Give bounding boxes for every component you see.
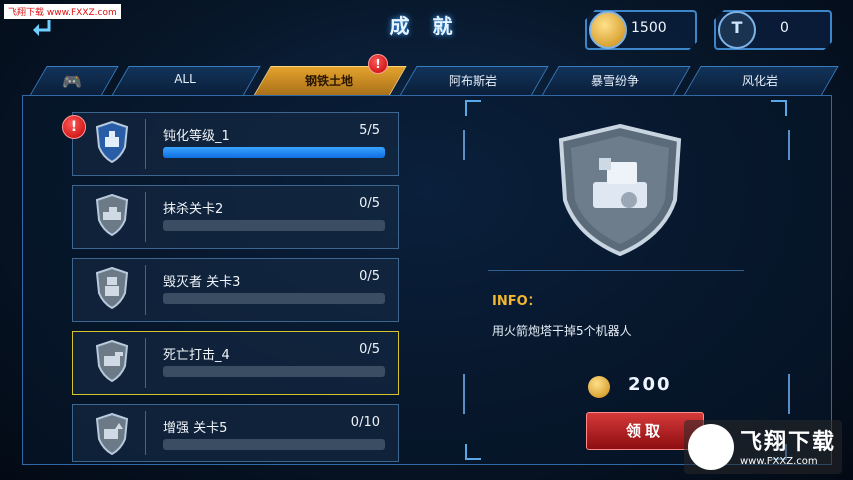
watermark-logo-url: www.FXXZ.com — [740, 456, 818, 467]
tab-blizzard-label: 暴雪纷争 — [590, 74, 639, 88]
info-text: 用火箭炮塔干掉5个机器人 — [492, 324, 632, 338]
page-title: 成 就 — [389, 14, 461, 38]
achievement-badge — [79, 411, 146, 455]
achievement-item-5[interactable]: 增强 关卡5 0/10 — [72, 404, 399, 462]
progress-bar — [163, 293, 385, 304]
watermark-logo-icon — [688, 424, 734, 470]
upgrade-shield-icon — [95, 413, 129, 455]
tab-abusi-rock-label: 阿布斯岩 — [448, 74, 497, 88]
watermark-logo-title: 飞翔下载 — [740, 430, 837, 455]
gamepad-icon: 🎮 — [62, 72, 82, 91]
frame-tick — [463, 130, 465, 160]
info-label: INFO： — [492, 294, 541, 309]
frame-tick — [788, 374, 790, 414]
coin-value: 1500 — [631, 20, 667, 36]
achievement-alert-badge: ! — [62, 115, 86, 139]
achievement-item-4[interactable]: 死亡打击_4 0/5 — [72, 331, 399, 395]
tab-weathered-rock-label: 风化岩 — [741, 74, 778, 88]
achievement-progress: 0/10 — [350, 415, 380, 430]
achievement-name: 钝化等级_1 — [163, 129, 230, 144]
tab-all-label: ALL — [174, 72, 196, 86]
token-value: 0 — [780, 20, 789, 36]
achievement-badge — [79, 192, 146, 242]
frame-corner — [771, 100, 787, 116]
progress-bar — [163, 366, 385, 377]
back-arrow-icon — [33, 20, 51, 36]
achievement-item-2[interactable]: 抹杀关卡2 0/5 — [72, 185, 399, 249]
achievement-name: 增强 关卡5 — [163, 421, 228, 436]
achievement-name: 毁灭者 关卡3 — [163, 275, 241, 290]
tank-shield-icon — [95, 194, 129, 236]
turret-shield-icon — [95, 121, 129, 163]
cannon-shield-icon — [95, 340, 129, 382]
coin-counter: 1500 — [585, 10, 697, 50]
achievement-name: 死亡打击_4 — [163, 348, 230, 363]
frame-tick — [463, 374, 465, 414]
token-t-icon: T — [718, 11, 756, 49]
reward-value: 200 — [628, 374, 672, 395]
tab-steel-land-label: 钢铁土地 — [304, 74, 353, 88]
achievement-item-1[interactable]: 钝化等级_1 5/5 — [72, 112, 399, 176]
robot-shield-icon — [95, 267, 129, 309]
progress-bar — [163, 439, 385, 450]
token-counter: T 0 — [714, 10, 832, 50]
detail-badge — [555, 122, 685, 258]
frame-corner — [465, 444, 481, 460]
tab-alert-badge: ! — [368, 54, 388, 74]
watermark-top: 飞翔下载 www.FXXZ.com — [4, 4, 121, 19]
divider — [488, 270, 744, 271]
coin-chest-icon — [589, 11, 627, 49]
frame-tick — [788, 130, 790, 160]
achievement-progress: 5/5 — [359, 123, 380, 138]
rocket-turret-shield-icon — [558, 123, 682, 257]
frame-corner — [465, 100, 481, 116]
coin-icon — [588, 376, 610, 398]
achievement-item-3[interactable]: 毁灭者 关卡3 0/5 — [72, 258, 399, 322]
progress-bar — [163, 147, 385, 158]
achievement-badge — [79, 119, 146, 169]
achievement-progress: 0/5 — [359, 269, 380, 284]
achievement-progress: 0/5 — [359, 342, 380, 357]
progress-bar — [163, 220, 385, 231]
achievement-badge — [79, 338, 146, 388]
achievement-progress: 0/5 — [359, 196, 380, 211]
back-button[interactable] — [28, 16, 56, 42]
progress-fill — [163, 147, 385, 158]
watermark-logo: 飞翔下载 www.FXXZ.com — [684, 420, 842, 474]
achievement-badge — [79, 265, 146, 315]
achievement-name: 抹杀关卡2 — [163, 202, 224, 217]
